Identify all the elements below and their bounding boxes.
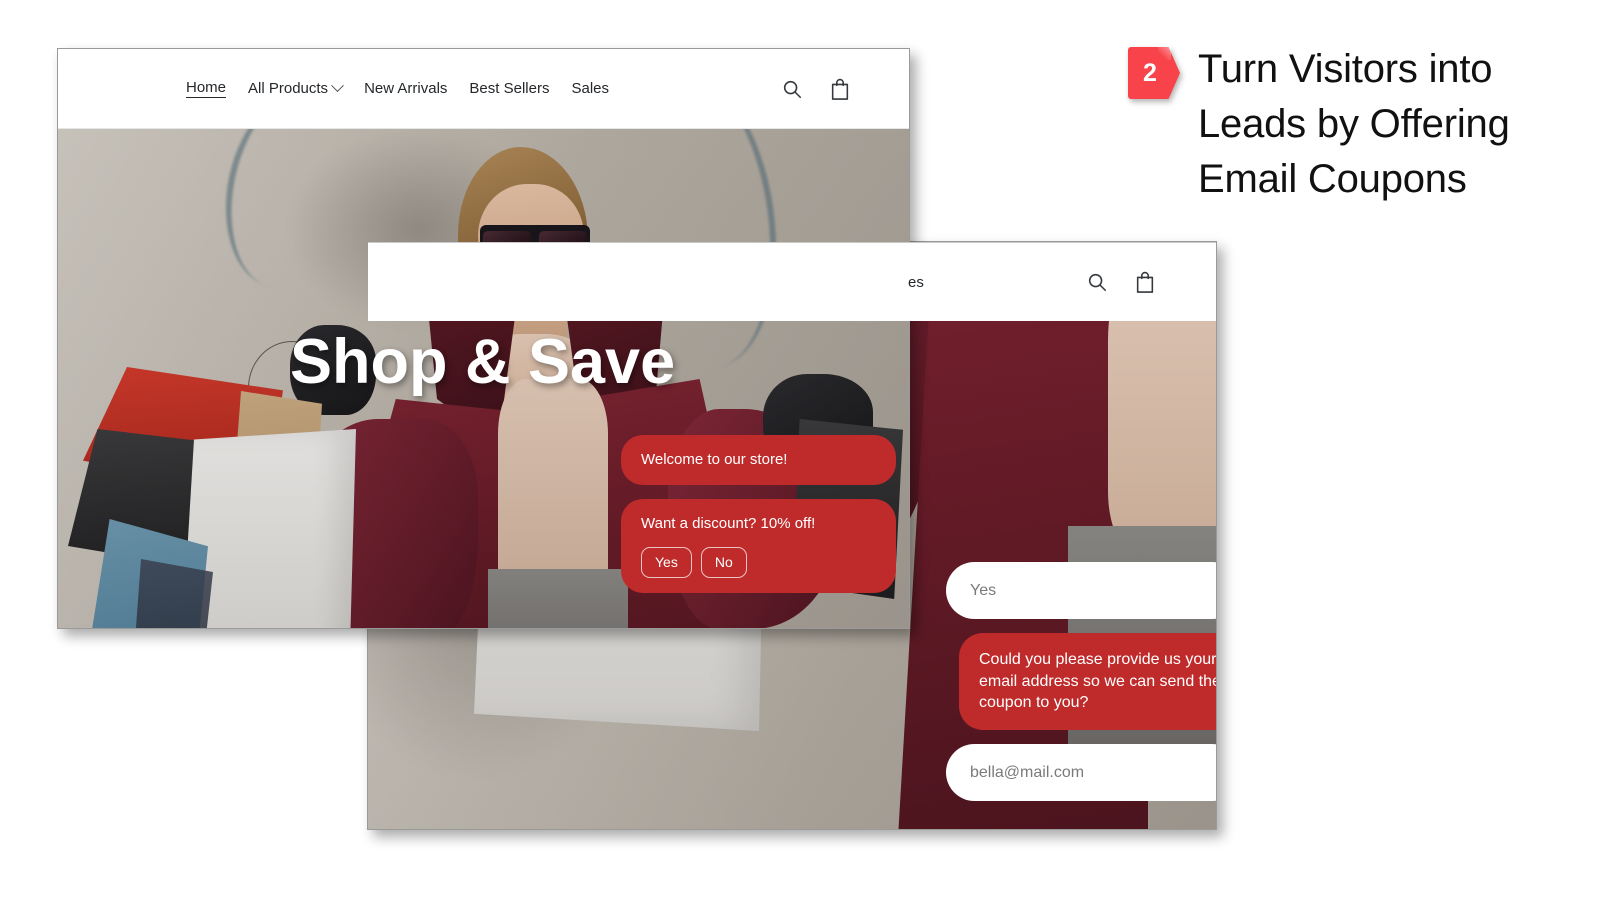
chat-bubble-bot-discount-text: Want a discount? 10% off! — [641, 515, 816, 533]
chat-bubble-user-yes: Yes — [946, 562, 1216, 620]
callout-title: Turn Visitors into Leads by Offering Ema… — [1198, 47, 1510, 202]
nav-link-sales-partial[interactable]: es — [908, 274, 924, 291]
site-nav-front: Home All Products New Arrivals Best Sell… — [58, 49, 909, 129]
search-icon[interactable] — [781, 78, 803, 100]
step-number-badge: 2 — [1128, 47, 1180, 99]
nav-link-sales-label: Sales — [571, 80, 609, 97]
badge-number-label: 2 — [1143, 58, 1157, 87]
shopping-bag-icon[interactable] — [1134, 270, 1156, 294]
chevron-down-icon — [331, 79, 344, 93]
nav-icons-back — [1086, 270, 1156, 294]
nav-icons-front — [781, 77, 851, 101]
nav-link-best-sellers-label: Best Sellers — [469, 80, 550, 97]
nav-links-front: Home All Products New Arrivals Best Sell… — [186, 79, 609, 98]
chat-bubble-user-email: bella@mail.com — [946, 743, 1216, 802]
chat-widget-back[interactable]: Yes Could you please provide us your ema… — [931, 562, 1216, 802]
nav-link-sales[interactable]: Sales — [571, 80, 609, 97]
search-icon[interactable] — [1086, 271, 1108, 293]
nav-link-new-arrivals[interactable]: New Arrivals — [364, 80, 447, 97]
nav-link-all-products-label: All Products — [248, 80, 329, 97]
nav-link-new-arrivals-label: New Arrivals — [364, 80, 448, 97]
nav-links-back: es — [368, 274, 924, 291]
nav-link-all-products[interactable]: All Products — [248, 79, 344, 97]
chat-bubble-bot-welcome: Welcome to our store! — [621, 435, 896, 486]
chat-widget-front[interactable]: Welcome to our store! Want a discount? 1… — [621, 435, 896, 593]
quick-replies: Yes No — [641, 547, 876, 578]
nav-link-best-sellers[interactable]: Best Sellers — [469, 80, 549, 97]
quick-reply-yes-button[interactable]: Yes — [641, 547, 692, 578]
step-callout: 2 Turn Visitors into Leads by Offering E… — [1128, 42, 1568, 208]
chat-bubble-bot-discount: Want a discount? 10% off! Yes No — [621, 499, 896, 593]
hero-title: Shop & Save — [290, 327, 676, 397]
nav-link-home[interactable]: Home — [186, 79, 227, 98]
browser-window-front[interactable]: Home All Products New Arrivals Best Sell… — [57, 48, 910, 629]
quick-reply-no-button[interactable]: No — [700, 547, 747, 578]
nav-link-home-label: Home — [186, 79, 227, 96]
shopping-bag-icon[interactable] — [829, 77, 851, 101]
site-nav-back: es — [368, 242, 1216, 321]
chat-bubble-bot-email-request: Could you please provide us your email a… — [959, 633, 1216, 730]
